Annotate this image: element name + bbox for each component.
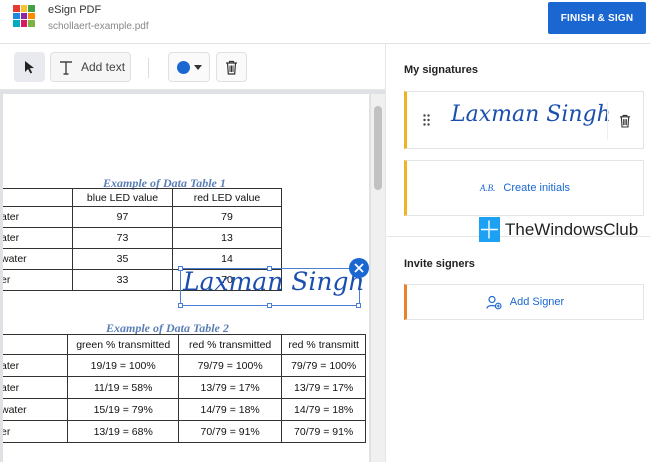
table-cell: 19/19 = 100% [67, 354, 179, 377]
create-initials-card[interactable]: A.B. Create initials [404, 160, 644, 216]
table-row: ater19/19 = 100%79/79 = 100%79/79 = 100% [3, 354, 366, 377]
logo-square [28, 5, 35, 12]
table-row: ater7313 [3, 227, 282, 249]
add-text-label: Add text [81, 60, 126, 74]
row-label: water [3, 248, 73, 270]
row-label: water [3, 398, 69, 421]
table-header-cell: red % transmitt [281, 334, 366, 355]
row-label: ater [3, 227, 73, 249]
table-cell: 97 [72, 206, 173, 228]
initials-abbreviation: A.B. [479, 183, 496, 193]
cursor-arrow-icon [24, 61, 34, 74]
table-cell: 13 [172, 227, 282, 249]
saved-signature: Laxman Singh [451, 102, 611, 127]
add-signer-link[interactable]: Add Signer [510, 296, 564, 308]
drag-handle-icon[interactable] [423, 114, 430, 126]
delete-signature-button[interactable] [607, 102, 641, 140]
row-label: ater [3, 376, 69, 399]
color-picker-dropdown[interactable] [168, 52, 210, 82]
my-signatures-title: My signatures [404, 64, 478, 76]
table-header-cell: green % transmitted [67, 334, 179, 355]
windowsclub-logo-icon [479, 217, 500, 242]
document-scrollbar[interactable] [371, 94, 385, 462]
row-label: er [3, 420, 69, 443]
watermark-text: TheWindowsClub [505, 219, 639, 239]
logo-square [13, 12, 20, 20]
placed-signature-text: Laxman Singh [183, 267, 365, 296]
resize-handle[interactable] [178, 266, 183, 271]
app-title: eSign PDF [48, 4, 102, 16]
table-cell: 13/19 = 68% [67, 420, 179, 443]
delete-button[interactable] [216, 52, 247, 82]
select-tool-button[interactable] [14, 52, 45, 82]
table-cell: 70/79 = 91% [281, 420, 366, 443]
watermark: TheWindowsClub [479, 217, 638, 242]
logo-square [28, 12, 35, 20]
table-header-cell: blue LED value [72, 188, 173, 207]
row-label: ater [3, 206, 73, 228]
table-cell: 14/79 = 18% [177, 398, 283, 421]
table-header-row: blue LED value red LED value [3, 188, 282, 207]
row-label: ater [3, 354, 69, 377]
table-cell: 13/79 = 17% [177, 376, 283, 399]
logo-square [20, 20, 28, 27]
invite-signers-title: Invite signers [404, 258, 475, 270]
table-row: ater9779 [3, 206, 282, 228]
table-cell: 11/19 = 58% [67, 376, 179, 399]
app-logo-icon [13, 5, 35, 27]
close-icon [354, 263, 364, 273]
create-initials-link[interactable]: Create initials [503, 182, 570, 194]
table-row: ater11/19 = 58%13/79 = 17%13/79 = 17% [3, 376, 366, 399]
trash-icon [619, 114, 630, 128]
table-cell: 13/79 = 17% [281, 376, 366, 399]
add-text-button[interactable]: Add text [50, 52, 131, 82]
trash-icon [226, 60, 237, 75]
table-header-row: green % transmitted red % transmitted red … [3, 334, 366, 355]
editor-toolbar: Add text [0, 44, 385, 90]
table-header-cell [3, 188, 73, 207]
placed-signature[interactable]: Laxman Singh [178, 266, 365, 308]
remove-signature-button[interactable] [349, 258, 369, 278]
data-table-2: green % transmitted red % transmitted red … [3, 334, 366, 443]
signature-card[interactable]: Laxman Singh [404, 91, 644, 149]
resize-handle[interactable] [267, 266, 272, 271]
toolbar-divider [148, 58, 149, 78]
table-header-cell: red LED value [172, 188, 282, 207]
resize-handle[interactable] [267, 303, 272, 308]
add-user-icon [486, 295, 502, 309]
table-cell: 79 [172, 206, 282, 228]
pdf-page[interactable]: Example of Data Table 1 blue LED value re… [3, 94, 369, 462]
table-row: water 15/19 = 79% 14/79 = 18% 14/79 = 18% [3, 398, 366, 421]
logo-square [13, 20, 20, 27]
resize-handle[interactable] [178, 303, 183, 308]
caret-down-icon [193, 64, 202, 70]
text-t-icon [60, 60, 72, 75]
table-cell: 79/79 = 100% [177, 354, 283, 377]
table-row: er13/19 = 68%70/79 = 91%70/79 = 91% [3, 420, 366, 443]
right-panel: My signatures Laxman Singh A.B. Create i… [385, 44, 650, 462]
esign-app: eSign PDF schollaert-example.pdf FINISH … [0, 0, 650, 462]
document-viewport[interactable]: Example of Data Table 1 blue LED value re… [0, 90, 385, 462]
logo-square [28, 20, 35, 27]
logo-square [20, 5, 28, 12]
logo-square [13, 5, 20, 12]
table-cell: 33 [72, 269, 173, 291]
resize-handle[interactable] [356, 303, 361, 308]
table-header-cell: red % transmitted [177, 334, 283, 355]
file-name: schollaert-example.pdf [48, 21, 149, 32]
table-header-cell [3, 334, 69, 355]
row-label: er [3, 269, 73, 291]
color-swatch [176, 60, 190, 74]
add-signer-card[interactable]: Add Signer [404, 284, 644, 320]
logo-square [20, 12, 28, 20]
table-cell: 35 [72, 248, 173, 270]
table-cell: 79/79 = 100% [281, 354, 366, 377]
table-cell: 14/79 = 18% [281, 398, 366, 421]
finish-and-sign-button[interactable]: FINISH & SIGN [548, 2, 646, 34]
scrollbar-thumb[interactable] [374, 106, 382, 190]
app-header: eSign PDF schollaert-example.pdf FINISH … [0, 0, 650, 44]
table-cell: 15/19 = 79% [67, 398, 179, 421]
table-cell: 70/79 = 91% [177, 420, 283, 443]
table-cell: 73 [72, 227, 173, 249]
